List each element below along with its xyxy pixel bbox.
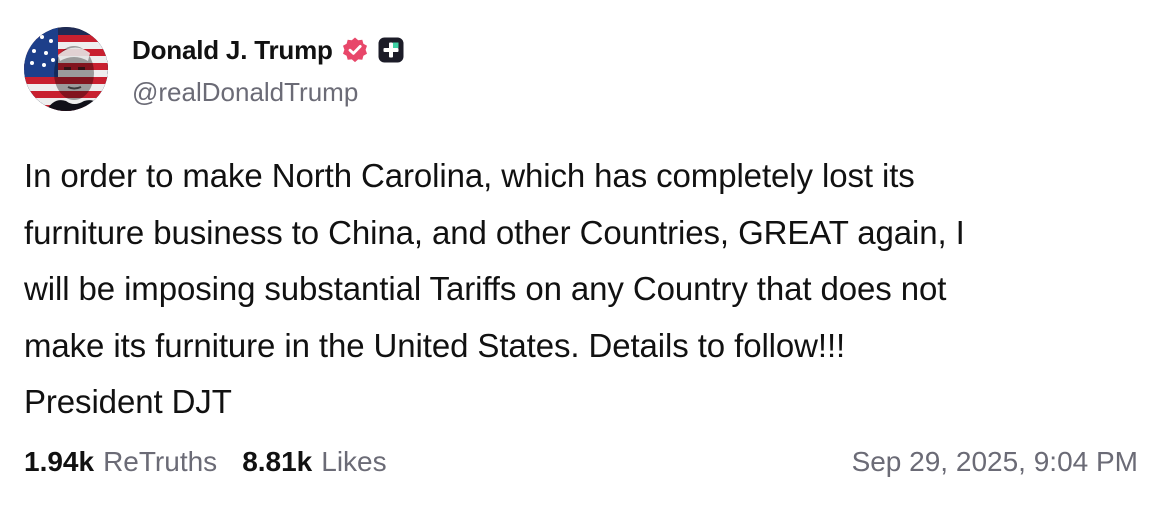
post-body: In order to make North Carolina, which h… [24, 148, 1144, 431]
post-stats: 1.94k ReTruths 8.81k Likes [24, 446, 387, 478]
author-name-row: Donald J. Trump [132, 31, 405, 69]
plus-badge-icon [377, 36, 405, 64]
author-avatar[interactable] [24, 27, 108, 111]
avatar-image [24, 27, 108, 111]
post-timestamp[interactable]: Sep 29, 2025, 9:04 PM [852, 446, 1138, 478]
truth-post: Donald J. Trump @realDonaldTrump In orde… [0, 0, 1164, 508]
post-body-line: make its furniture in the United States.… [24, 326, 846, 364]
author-handle[interactable]: @realDonaldTrump [132, 77, 358, 108]
post-body-line: will be imposing substantial Tariffs on … [24, 270, 947, 307]
post-body-line: In order to make North Carolina, which h… [24, 157, 915, 194]
likes-stat[interactable]: 8.81k Likes [242, 446, 386, 478]
likes-label: Likes [321, 446, 387, 477]
retruths-count: 1.94k [24, 446, 95, 477]
likes-count: 8.81k [242, 446, 313, 477]
retruths-stat[interactable]: 1.94k ReTruths [24, 446, 217, 478]
post-body-line: President DJT [24, 383, 232, 420]
post-body-line: furniture business to China, and other C… [24, 213, 965, 251]
author-display-name[interactable]: Donald J. Trump [132, 35, 333, 66]
retruths-label: ReTruths [103, 446, 218, 477]
verified-badge-icon [341, 36, 369, 64]
